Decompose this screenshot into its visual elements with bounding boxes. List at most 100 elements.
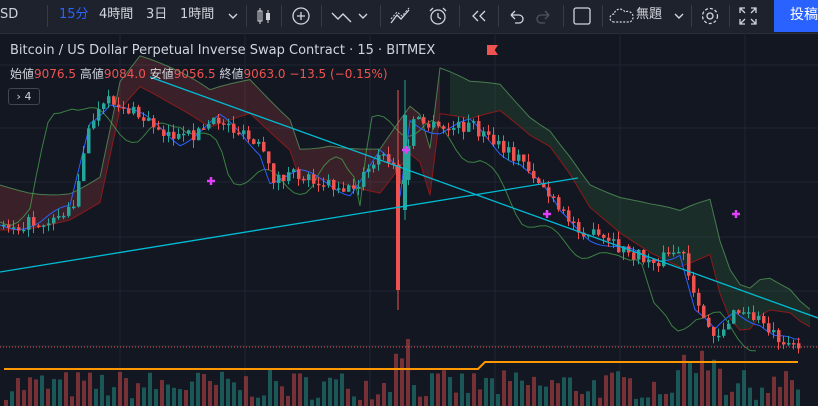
chevron-down-icon[interactable] <box>672 5 686 27</box>
volume-bar <box>70 396 74 406</box>
chevron-down-icon[interactable] <box>226 5 240 27</box>
indicators-collapse-button[interactable]: › 4 <box>8 88 40 105</box>
volume-bar <box>496 394 500 406</box>
candle <box>792 343 796 345</box>
volume-bar <box>286 395 290 406</box>
line-tools-icon[interactable] <box>330 5 370 27</box>
cloud-icon[interactable] <box>608 5 636 27</box>
candle <box>417 117 421 120</box>
candle <box>632 252 636 260</box>
volume-bar <box>250 396 254 406</box>
volume-bar <box>406 338 410 406</box>
interval-1h[interactable]: 1時間 <box>180 0 214 33</box>
volume-bar <box>118 371 122 406</box>
volume-bar <box>778 386 782 406</box>
candle <box>112 96 116 105</box>
volume-bar <box>550 380 554 406</box>
candle <box>347 185 351 192</box>
layout-name[interactable]: 無題 <box>636 0 662 33</box>
candle <box>762 315 766 324</box>
candle <box>317 183 321 186</box>
candle <box>682 251 686 254</box>
alert-clock-icon[interactable] <box>426 5 450 27</box>
volume-bar <box>508 381 512 406</box>
candle <box>62 215 66 218</box>
volume-bar <box>520 380 524 406</box>
compare-icon[interactable] <box>389 5 413 27</box>
layout-icon[interactable] <box>571 5 593 27</box>
candle <box>697 292 701 306</box>
volume-bar <box>304 377 308 406</box>
candle <box>337 188 341 190</box>
candle <box>752 312 756 320</box>
candle <box>157 127 161 130</box>
candle <box>427 123 431 128</box>
publish-button[interactable]: 投稿 <box>774 0 818 32</box>
volume-bar <box>106 395 110 406</box>
volume-bar <box>178 389 182 406</box>
candle <box>422 117 426 124</box>
volume-bar <box>418 396 422 406</box>
candle <box>396 165 400 290</box>
volume-bar <box>568 377 572 406</box>
candle <box>312 174 316 184</box>
volume-bar <box>94 388 98 406</box>
candle <box>657 263 661 267</box>
candle <box>432 121 436 128</box>
volume-bar <box>688 363 692 406</box>
candle <box>712 326 716 336</box>
candle <box>2 224 6 227</box>
candle <box>262 141 266 152</box>
candle <box>332 180 336 190</box>
candle <box>757 315 761 320</box>
volume-bar <box>280 386 284 406</box>
candle <box>207 124 211 129</box>
volume-bar <box>346 388 350 406</box>
volume-bar <box>526 385 530 406</box>
undo-icon[interactable] <box>506 5 526 27</box>
candle <box>142 117 146 121</box>
candle <box>52 217 56 224</box>
candle <box>537 178 541 183</box>
volume-bar <box>232 382 236 406</box>
candle <box>57 216 61 218</box>
interval-3d[interactable]: 3日 <box>146 0 167 33</box>
candle <box>477 121 481 137</box>
candle <box>507 147 511 153</box>
interval-15m[interactable]: 15分 <box>59 0 89 33</box>
divider <box>498 5 499 27</box>
candle <box>592 229 596 235</box>
volume-bar <box>742 370 746 406</box>
interval-4h[interactable]: 4時間 <box>99 0 133 33</box>
candle <box>557 197 561 210</box>
volume-bar <box>322 381 326 406</box>
divider <box>380 5 381 27</box>
volume-bar <box>448 377 452 406</box>
candle <box>387 154 391 163</box>
volume-bar <box>436 373 440 406</box>
fullscreen-icon[interactable] <box>737 5 759 27</box>
candle <box>257 141 261 144</box>
candle <box>272 163 276 183</box>
volume-bar <box>622 377 626 406</box>
replay-icon[interactable] <box>468 5 490 27</box>
candle <box>342 188 346 192</box>
candle <box>102 103 106 109</box>
candle <box>457 121 461 128</box>
add-indicator-icon[interactable] <box>290 5 312 27</box>
candle <box>522 154 526 162</box>
candle <box>182 133 186 136</box>
candle <box>722 329 726 336</box>
candle <box>297 169 301 179</box>
candle <box>487 131 491 135</box>
redo-icon[interactable] <box>534 5 554 27</box>
candle <box>217 117 221 124</box>
volume-bar <box>628 378 632 406</box>
symbol-search[interactable]: SD <box>0 0 18 33</box>
volume-bar <box>208 380 212 406</box>
divider <box>729 5 730 27</box>
price-chart[interactable] <box>0 33 818 406</box>
gear-icon[interactable] <box>698 5 722 27</box>
candles-icon[interactable] <box>254 5 274 27</box>
candle <box>597 229 601 235</box>
